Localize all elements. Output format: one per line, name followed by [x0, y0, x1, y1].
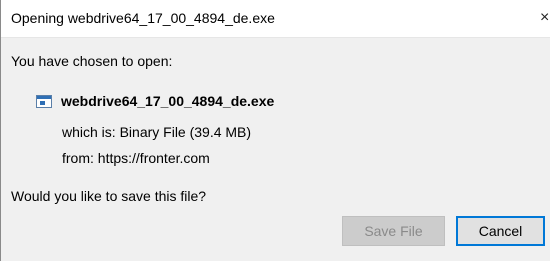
exe-file-icon — [36, 94, 52, 108]
from-label: from: — [62, 150, 94, 166]
save-question: Would you like to save this file? — [11, 188, 207, 204]
close-button[interactable]: × — [536, 0, 550, 37]
cancel-button[interactable]: Cancel — [456, 216, 545, 246]
close-icon: × — [540, 9, 550, 26]
which-is-label: which is: — [62, 124, 116, 140]
save-file-button[interactable]: Save File — [342, 216, 445, 246]
title-bar: Opening webdrive64_17_00_4894_de.exe × — [1, 0, 550, 38]
file-source-value: https://fronter.com — [97, 150, 210, 166]
dialog-body: You have chosen to open: webdrive64_17_0… — [1, 38, 550, 261]
file-row: webdrive64_17_00_4894_de.exe — [36, 92, 274, 110]
file-source-row: from: https://fronter.com — [62, 150, 210, 166]
download-dialog: Opening webdrive64_17_00_4894_de.exe × Y… — [0, 0, 550, 261]
file-name: webdrive64_17_00_4894_de.exe — [61, 93, 275, 109]
chosen-to-open-label: You have chosen to open: — [11, 53, 173, 69]
window-title: Opening webdrive64_17_00_4894_de.exe — [11, 10, 275, 26]
file-type-row: which is: Binary File (39.4 MB) — [62, 124, 251, 140]
file-type-value: Binary File (39.4 MB) — [119, 124, 252, 140]
